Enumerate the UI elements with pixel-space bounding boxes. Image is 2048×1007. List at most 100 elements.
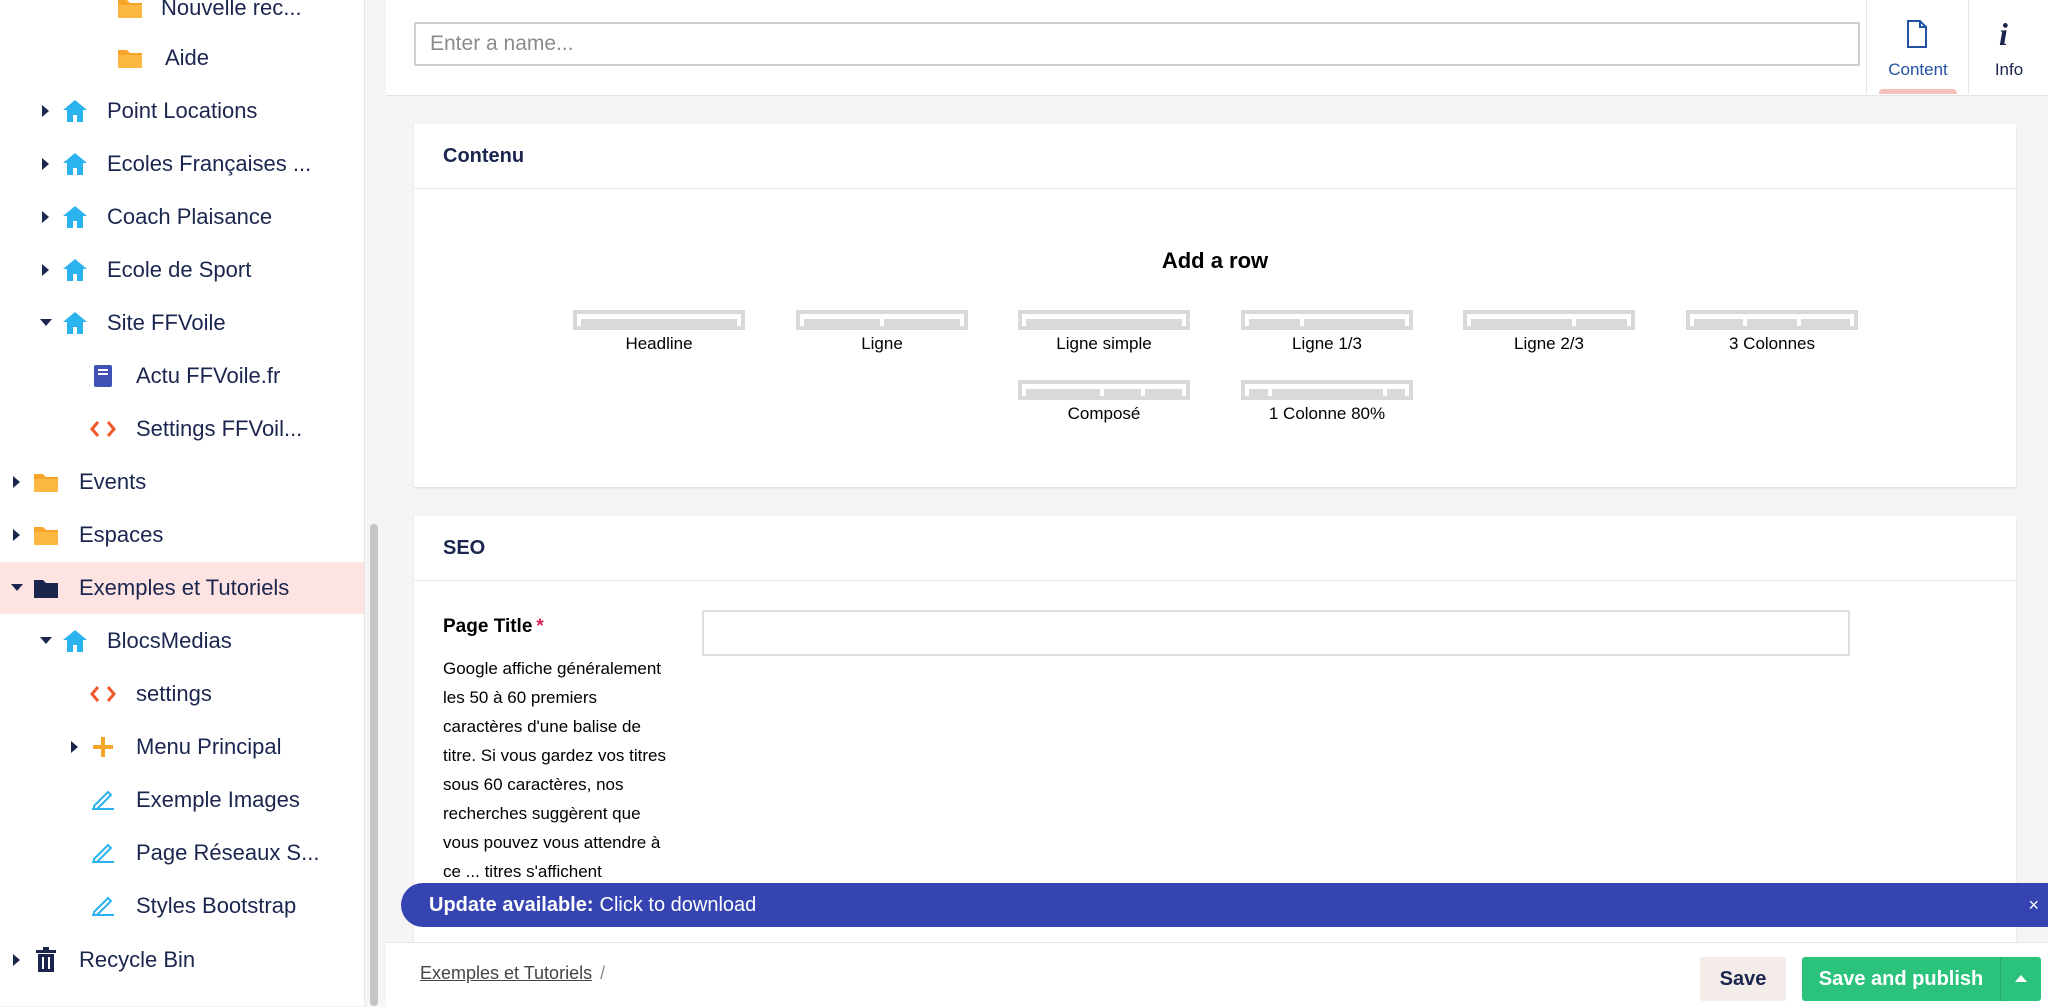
tree-item-label: Styles Bootstrap: [136, 893, 297, 918]
tree-item-label: Coach Plaisance: [107, 204, 273, 229]
expand-caret-icon[interactable]: [42, 211, 49, 223]
home-icon: [60, 202, 90, 232]
breadcrumb-separator: /: [600, 963, 606, 983]
layout-option-compose[interactable]: Composé: [1014, 380, 1194, 424]
tree-item-label: settings: [136, 681, 212, 706]
collapse-caret-icon[interactable]: [11, 584, 23, 591]
tree-item-label: Exemple Images: [136, 787, 300, 812]
layout-label: 3 Colonnes: [1728, 334, 1815, 353]
layout-option-headline[interactable]: Headline: [569, 310, 749, 354]
layout-label: Ligne 2/3: [1514, 334, 1584, 353]
expand-caret-icon[interactable]: [13, 529, 20, 541]
tree-item-ecoles[interactable]: Ecoles Françaises ...: [0, 138, 364, 190]
edit-icon: [88, 785, 118, 815]
tree-item-actu-ffvoile[interactable]: Actu FFVoile.fr: [0, 350, 364, 402]
layout-option-ligne[interactable]: Ligne: [792, 310, 972, 354]
layout-preview: [1241, 380, 1413, 400]
plus-icon: [88, 732, 118, 762]
collapse-caret-icon[interactable]: [40, 319, 52, 326]
folder-icon: [31, 573, 61, 603]
document-icon: [1906, 20, 1928, 53]
tab-content[interactable]: Content: [1866, 0, 1969, 94]
page-title-description: Google affiche généralement les 50 à 60 …: [443, 659, 666, 881]
edit-icon: [88, 891, 118, 921]
tree-item-events[interactable]: Events: [0, 456, 364, 508]
layout-label: Headline: [625, 334, 693, 353]
folder-icon: [31, 467, 61, 497]
tree-item-settings[interactable]: settings: [0, 668, 364, 720]
layout-label: Ligne simple: [1056, 334, 1152, 353]
tree-item-label: Page Réseaux S...: [136, 840, 320, 865]
layout-label: Ligne: [861, 334, 903, 353]
sidebar-scrollbar[interactable]: [370, 524, 378, 1006]
tree-item-recycle-bin[interactable]: Recycle Bin: [0, 934, 364, 986]
info-icon: i: [1999, 16, 2008, 52]
home-icon: [60, 626, 90, 656]
add-row-heading: Add a row: [1161, 248, 1269, 273]
tab-info[interactable]: i Info: [1968, 0, 2048, 94]
code-icon: [88, 414, 118, 444]
layout-preview: [1686, 310, 1858, 330]
editor-footer: Exemples et Tutoriels / Save Save and pub…: [386, 942, 2048, 1007]
tree-item-page-reseaux[interactable]: Page Réseaux S...: [0, 827, 364, 879]
edit-icon: [88, 838, 118, 868]
tree-item-coach-plaisance[interactable]: Coach Plaisance: [0, 191, 364, 243]
panel-title: Contenu: [414, 124, 2016, 189]
save-button[interactable]: Save: [1700, 957, 1786, 1001]
layout-label: Composé: [1067, 404, 1141, 423]
tree-item-ecole-de-sport[interactable]: Ecole de Sport: [0, 244, 364, 296]
tree-item-site-ffvoile[interactable]: Site FFVoile: [0, 297, 364, 349]
page-title-label-text: Page Title: [443, 616, 533, 637]
page-title-label: Page Title *: [443, 616, 544, 638]
tree-item-label: Recycle Bin: [79, 947, 196, 972]
expand-caret-icon[interactable]: [71, 741, 78, 753]
layout-option-1-colonne-80[interactable]: 1 Colonne 80%: [1237, 380, 1417, 424]
expand-caret-icon[interactable]: [13, 476, 20, 488]
tree-item-settings-ffvoile[interactable]: Settings FFVoil...: [0, 403, 364, 455]
tree-item-blocsmedias[interactable]: BlocsMedias: [0, 615, 364, 667]
breadcrumb: Exemples et Tutoriels /: [420, 963, 605, 984]
layout-option-ligne-2-3[interactable]: Ligne 2/3: [1459, 310, 1639, 354]
home-icon: [60, 96, 90, 126]
update-banner[interactable]: Update available: Click to download ×: [401, 883, 2048, 927]
layout-preview: [796, 310, 968, 330]
close-icon[interactable]: ×: [2028, 895, 2039, 916]
tree-item-point-locations[interactable]: Point Locations: [0, 85, 364, 137]
expand-caret-icon[interactable]: [42, 158, 49, 170]
tree-item-exemple-images[interactable]: Exemple Images: [0, 774, 364, 826]
layout-option-3-colonnes[interactable]: 3 Colonnes: [1682, 310, 1862, 354]
editor-header: Content i Info: [386, 0, 2048, 96]
tree-item-label: Settings FFVoil...: [136, 416, 303, 441]
layout-label: 1 Colonne 80%: [1268, 404, 1386, 423]
page-title-input[interactable]: [702, 610, 1850, 656]
tree-item-menu-principal[interactable]: Menu Principal: [0, 721, 364, 773]
home-icon: [60, 255, 90, 285]
tree-item-label: Events: [79, 469, 147, 494]
layout-preview: [1018, 310, 1190, 330]
publish-options-chevron-icon[interactable]: [2000, 957, 2041, 1001]
required-marker: *: [536, 616, 544, 637]
expand-caret-icon[interactable]: [42, 264, 49, 276]
tree-item-aide[interactable]: Aide: [0, 32, 364, 84]
active-tab-indicator: [1879, 89, 1957, 94]
tree-item-label: Menu Principal: [136, 734, 282, 759]
folder-icon: [115, 43, 145, 73]
expand-caret-icon[interactable]: [13, 954, 20, 966]
tree-item-label: Nouvelle rec...: [161, 0, 302, 20]
layout-preview: [1018, 380, 1190, 400]
node-name-input[interactable]: [414, 22, 1860, 66]
expand-caret-icon[interactable]: [42, 105, 49, 117]
collapse-caret-icon[interactable]: [40, 637, 52, 644]
folder-icon: [31, 520, 61, 550]
breadcrumb-link[interactable]: Exemples et Tutoriels: [420, 963, 592, 983]
save-and-publish-button[interactable]: Save and publish: [1802, 957, 2000, 1001]
tree-item-styles-bootstrap[interactable]: Styles Bootstrap: [0, 880, 364, 932]
tree-item-exemples-selected[interactable]: Exemples et Tutoriels: [0, 562, 364, 614]
tree-item-nouvelle[interactable]: Nouvelle rec...: [0, 0, 364, 34]
layout-option-ligne-1-3[interactable]: Ligne 1/3: [1237, 310, 1417, 354]
tree-item-label: Espaces: [79, 522, 164, 547]
layout-option-ligne-simple[interactable]: Ligne simple: [1014, 310, 1194, 354]
code-icon: [88, 679, 118, 709]
tree-item-label: Ecole de Sport: [107, 257, 252, 282]
tree-item-espaces[interactable]: Espaces: [0, 509, 364, 561]
